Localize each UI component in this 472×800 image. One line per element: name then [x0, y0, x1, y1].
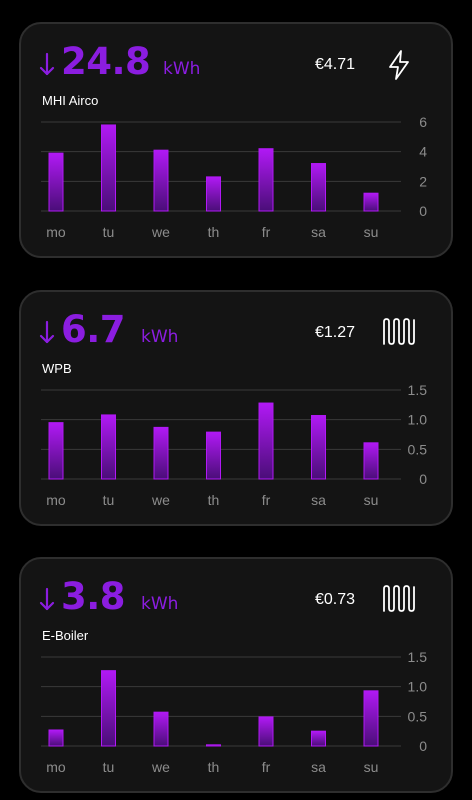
- x-tick-label: we: [151, 224, 170, 240]
- x-tick-label: fr: [262, 492, 271, 508]
- y-tick-label: 0.5: [408, 441, 428, 457]
- x-tick-label: mo: [46, 492, 66, 508]
- bar-we[interactable]: [153, 711, 169, 747]
- x-tick-label: mo: [46, 224, 66, 240]
- x-tick-label: tu: [103, 759, 115, 775]
- x-tick-label: fr: [262, 759, 271, 775]
- x-tick-label: mo: [46, 759, 66, 775]
- bar-fr[interactable]: [258, 716, 274, 747]
- bar-mo[interactable]: [48, 729, 64, 747]
- x-tick-label: sa: [311, 224, 326, 240]
- bar-tu[interactable]: [101, 414, 116, 480]
- y-tick-label: 6: [419, 114, 427, 130]
- x-tick-label: su: [364, 492, 379, 508]
- bar-mo[interactable]: [48, 422, 64, 480]
- x-tick-label: we: [151, 759, 170, 775]
- bar-tu[interactable]: [101, 670, 116, 747]
- bar-sa[interactable]: [311, 415, 326, 480]
- x-tick-label: su: [364, 224, 379, 240]
- bar-su[interactable]: [363, 442, 379, 480]
- energy-card-mhi-airco[interactable]: 24.8 kWh MHI Airco €4.71 0 2 4 6 mo tu we th fr s…: [19, 22, 453, 258]
- y-tick-label: 1.0: [408, 679, 428, 695]
- x-tick-label: fr: [262, 224, 271, 240]
- bar-sa[interactable]: [311, 730, 326, 747]
- bar-th[interactable]: [206, 431, 221, 480]
- bar-su[interactable]: [363, 192, 379, 212]
- x-tick-label: sa: [311, 492, 326, 508]
- x-tick-label: th: [208, 759, 220, 775]
- y-tick-label: 0: [419, 203, 427, 219]
- bar-sa[interactable]: [311, 163, 326, 212]
- bar-fr[interactable]: [258, 402, 274, 480]
- bar-chart: 0 0.5 1.0 1.5 mo tu we th fr sa su: [41, 649, 428, 775]
- x-tick-label: tu: [103, 224, 115, 240]
- bar-th[interactable]: [206, 744, 221, 747]
- y-tick-label: 1.5: [408, 382, 428, 398]
- x-tick-label: sa: [311, 759, 326, 775]
- x-tick-label: we: [151, 492, 170, 508]
- bar-chart: 0 0.5 1.0 1.5 mo tu we th fr sa su: [41, 382, 428, 508]
- y-tick-label: 1.5: [408, 649, 428, 665]
- bar-tu[interactable]: [101, 124, 116, 212]
- energy-card-wpb[interactable]: 6.7 kWh WPB €1.27 0 0.5 1.0 1.5 mo tu we th fr sa…: [19, 290, 453, 526]
- bar-su[interactable]: [363, 690, 379, 747]
- x-tick-label: su: [364, 759, 379, 775]
- y-tick-label: 4: [419, 144, 427, 160]
- x-tick-label: th: [208, 492, 220, 508]
- bar-we[interactable]: [153, 149, 169, 212]
- y-tick-label: 0.5: [408, 708, 428, 724]
- y-tick-label: 0: [419, 471, 427, 487]
- x-tick-label: tu: [103, 492, 115, 508]
- energy-card-e-boiler[interactable]: 3.8 kWh E-Boiler €0.73 0 0.5 1.0 1.5 mo tu we t…: [19, 557, 453, 793]
- x-tick-label: th: [208, 224, 220, 240]
- bar-chart: 0 2 4 6 mo tu we th fr sa su: [41, 114, 427, 240]
- y-tick-label: 2: [419, 173, 427, 189]
- bar-mo[interactable]: [48, 152, 64, 212]
- y-tick-label: 0: [419, 738, 427, 754]
- bar-fr[interactable]: [258, 148, 274, 212]
- bar-th[interactable]: [206, 176, 221, 212]
- y-tick-label: 1.0: [408, 412, 428, 428]
- bar-we[interactable]: [153, 426, 169, 480]
